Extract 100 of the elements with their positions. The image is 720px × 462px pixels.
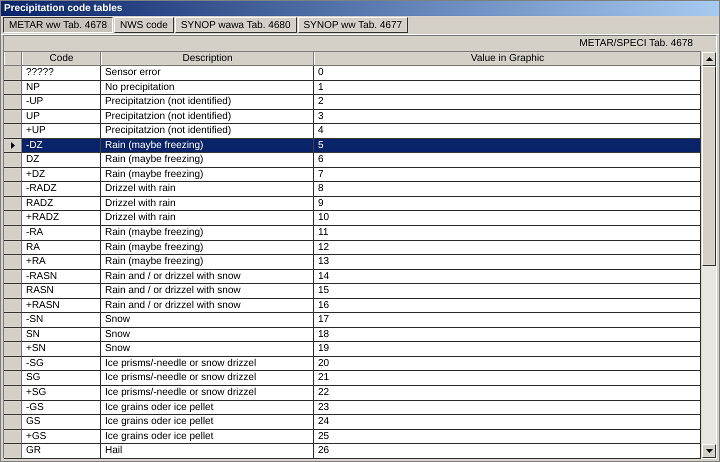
table-row[interactable]: -SG Ice prisms/-needle or snow drizzel 20 (4, 356, 701, 372)
table-cell: Precipitatzion (not identified) (101, 110, 314, 124)
table-cell: 18 (314, 328, 701, 342)
table-cell: -GS (22, 400, 101, 414)
table-cell: +GS (22, 430, 101, 444)
table-cell: 1 (314, 80, 701, 94)
table-cell: 0 (314, 66, 701, 80)
table-cell: Rain (maybe freezing) (101, 226, 314, 240)
table-cell: -DZ (22, 138, 101, 152)
table-row[interactable]: GS Ice grains oder ice pellet 24 (4, 415, 701, 430)
table-cell: 9 (314, 196, 701, 210)
scroll-thumb[interactable] (702, 66, 716, 266)
table-cell: Ice grains oder ice pellet (101, 430, 314, 444)
table-cell: DZ (22, 153, 101, 167)
table-row[interactable]: +RA Rain (maybe freezing) 13 (4, 255, 701, 270)
table-row[interactable]: RASN Rain and / or drizzel with snow 15 (4, 284, 701, 299)
table-row[interactable]: ????? Sensor error 0 (4, 66, 701, 81)
table-cell: +SG (22, 386, 101, 400)
table-row[interactable]: UP Precipitatzion (not identified) 3 (4, 110, 701, 124)
table-cell: Ice prisms/-needle or snow drizzel (101, 371, 314, 386)
table-cell: 4 (314, 124, 701, 138)
column-header[interactable]: Description (101, 52, 314, 65)
table-row[interactable]: -UP Precipitatzion (not identified) 2 (4, 95, 701, 110)
table-cell: Rain (maybe freezing) (101, 153, 314, 167)
table-row[interactable]: -RA Rain (maybe freezing) 11 (4, 226, 701, 241)
table-cell: Hail (101, 444, 314, 458)
table-row[interactable]: -SN Snow 17 (4, 313, 701, 328)
table-cell: Rain (maybe freezing) (101, 138, 314, 152)
table-row[interactable]: NP No precipitation 1 (4, 80, 701, 96)
table-row[interactable]: RADZ Drizzel with rain 9 (4, 196, 701, 212)
table-cell: 21 (314, 371, 701, 386)
table-cell: Rain and / or drizzel with snow (101, 298, 314, 312)
table-cell: 14 (314, 270, 701, 284)
table-cell: 5 (314, 138, 701, 152)
table-cell: Drizzel with rain (101, 196, 314, 210)
table-row[interactable]: SN Snow 18 (4, 328, 701, 342)
table-cell: Precipitatzion (not identified) (101, 95, 314, 109)
table-row[interactable]: -GS Ice grains oder ice pellet 23 (4, 400, 701, 416)
table-cell: -UP (22, 95, 101, 109)
tab[interactable]: SYNOP wawa Tab. 4680 (174, 17, 297, 33)
table-row[interactable]: +RASN Rain and / or drizzel with snow 16 (4, 298, 701, 314)
table-cell: Snow (101, 342, 314, 356)
table-row[interactable]: GR Hail 26 (4, 444, 701, 459)
table-row[interactable]: +UP Precipitatzion (not identified) 4 (4, 124, 701, 139)
table-cell: 3 (314, 110, 701, 124)
table-cell: +RADZ (22, 211, 101, 226)
scroll-up-button[interactable] (702, 52, 716, 66)
table-cell: 2 (314, 95, 701, 109)
table-cell: 10 (314, 211, 701, 226)
scrollbar[interactable] (701, 52, 716, 458)
table-cell: GS (22, 415, 101, 429)
table-cell: +DZ (22, 168, 101, 182)
table-row[interactable]: -RASN Rain and / or drizzel with snow 14 (4, 270, 701, 284)
up-triangle-icon (706, 57, 712, 61)
table-cell: -SG (22, 356, 101, 370)
table-cell: 12 (314, 240, 701, 254)
table-cell: 6 (314, 153, 701, 167)
table-cell: 26 (314, 444, 701, 458)
table-cell: +UP (22, 124, 101, 138)
table-row[interactable]: RA Rain (maybe freezing) 12 (4, 240, 701, 256)
window-title: Precipitation code tables (1, 1, 719, 16)
table-row[interactable]: -DZ Rain (maybe freezing) 5 (4, 138, 701, 154)
table-caption: METAR/SPECI Tab. 4678 (4, 36, 701, 52)
table-cell: 17 (314, 313, 701, 327)
table-cell: -RADZ (22, 182, 101, 196)
table-row[interactable]: +SN Snow 19 (4, 342, 701, 357)
table-row[interactable]: -RADZ Drizzel with rain 8 (4, 182, 701, 197)
tab[interactable]: METAR ww Tab. 4678 (3, 17, 114, 33)
table-cell: -SN (22, 313, 101, 327)
tab[interactable]: SYNOP ww Tab. 4677 (298, 17, 408, 33)
table-cell: Rain and / or drizzel with snow (101, 284, 314, 298)
table-cell: Snow (101, 313, 314, 327)
table-cell: UP (22, 110, 101, 124)
table-row[interactable]: +RADZ Drizzel with rain 10 (4, 211, 701, 226)
column-header[interactable]: Code (22, 52, 101, 65)
table-cell: 22 (314, 386, 701, 400)
table-cell: SG (22, 371, 101, 386)
table-cell: Sensor error (101, 66, 314, 80)
table-cell: Ice prisms/-needle or snow drizzel (101, 386, 314, 400)
down-triangle-icon (706, 449, 712, 453)
table-cell: 20 (314, 356, 701, 370)
column-header[interactable]: Value in Graphic (314, 52, 701, 65)
scroll-down-button[interactable] (702, 444, 716, 458)
table-cell: Drizzel with rain (101, 182, 314, 196)
table-cell: Drizzel with rain (101, 211, 314, 226)
table-cell: 7 (314, 168, 701, 182)
table-cell: ????? (22, 66, 101, 80)
table-cell: +RA (22, 255, 101, 269)
table-cell: +RASN (22, 298, 101, 312)
tab[interactable]: NWS code (114, 17, 174, 33)
table-row[interactable]: +SG Ice prisms/-needle or snow drizzel 22 (4, 386, 701, 401)
table-cell: RA (22, 240, 101, 254)
table-row[interactable]: +GS Ice grains oder ice pellet 25 (4, 430, 701, 444)
table-cell: -RA (22, 226, 101, 240)
table-cell: 24 (314, 415, 701, 429)
table-cell: Rain (maybe freezing) (101, 240, 314, 254)
table-cell: GR (22, 444, 101, 458)
table-row[interactable]: +DZ Rain (maybe freezing) 7 (4, 168, 701, 182)
table-row[interactable]: SG Ice prisms/-needle or snow drizzel 21 (4, 371, 701, 386)
table-row[interactable]: DZ Rain (maybe freezing) 6 (4, 153, 701, 168)
